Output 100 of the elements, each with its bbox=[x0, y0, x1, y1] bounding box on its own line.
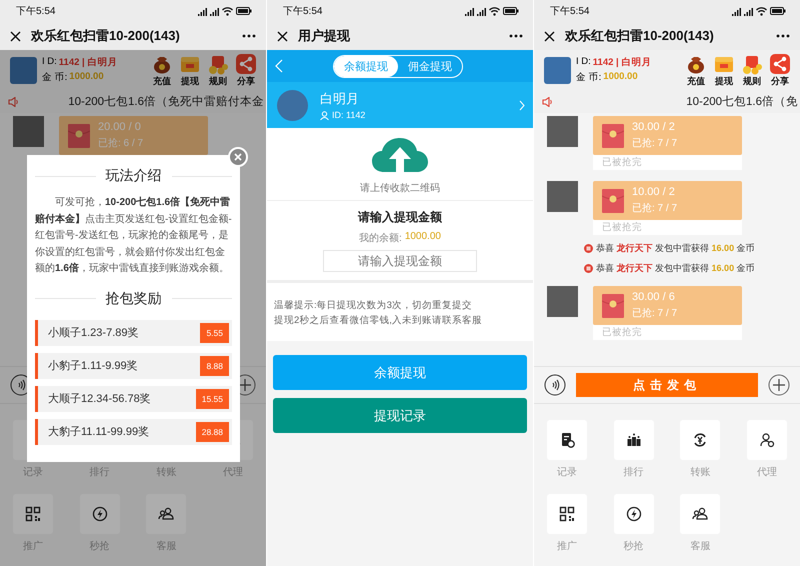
record-tile[interactable] bbox=[547, 420, 587, 460]
status-time: 下午5:54 bbox=[283, 5, 322, 18]
plus-icon[interactable] bbox=[768, 374, 790, 396]
prize-label: 小豹子1.11-9.99奖 bbox=[48, 359, 138, 373]
grid-label: 秒抢 bbox=[90, 540, 110, 554]
packet-grabbed-count: 已抢: 7 / 7 bbox=[632, 137, 678, 150]
quick-tile[interactable] bbox=[80, 494, 120, 534]
speaker-icon bbox=[8, 96, 19, 106]
share-button[interactable]: 分享 bbox=[768, 52, 792, 88]
avatar-placeholder bbox=[10, 56, 37, 84]
service-tile[interactable] bbox=[680, 494, 720, 534]
grid-label: 代理 bbox=[222, 466, 243, 480]
qr-code-icon bbox=[25, 506, 41, 522]
user-name: 白明月 bbox=[320, 90, 360, 108]
battery-icon bbox=[503, 7, 519, 15]
grid-label: 记录 bbox=[557, 466, 577, 480]
packet-amount: 10.00 / 2 bbox=[632, 186, 676, 198]
currency-exchange-icon bbox=[692, 432, 708, 448]
voice-icon[interactable] bbox=[544, 374, 566, 396]
signal-icon bbox=[465, 6, 474, 16]
qr-code-icon bbox=[559, 506, 575, 522]
amount-title: 请输入提现金额 bbox=[358, 209, 442, 226]
envelope-icon bbox=[68, 124, 90, 148]
withdraw-button[interactable]: 余额提现 bbox=[273, 355, 527, 390]
more-button[interactable] bbox=[776, 34, 790, 38]
packet-amount: 20.00 / 0 bbox=[98, 121, 142, 133]
id-label: I D: bbox=[576, 56, 591, 69]
withdraw-button[interactable]: 提现 bbox=[712, 52, 736, 88]
grid-label: 代理 bbox=[756, 466, 777, 480]
transfer-tile[interactable] bbox=[680, 420, 720, 460]
balance-value: 1000.00 bbox=[404, 231, 441, 244]
promote-tile[interactable] bbox=[13, 494, 53, 534]
prize-label: 大豹子11.11-99.99奖 bbox=[48, 425, 150, 439]
people-icon bbox=[158, 506, 174, 522]
upload-hint: 请上传收款二维码 bbox=[360, 182, 440, 195]
send-packet-button[interactable]: 点击发包 bbox=[576, 373, 758, 397]
close-button[interactable] bbox=[10, 30, 21, 42]
user-icon bbox=[758, 432, 775, 448]
close-icon bbox=[277, 30, 288, 42]
wifi-icon bbox=[489, 6, 500, 16]
signal-icon bbox=[210, 6, 219, 16]
agent-tile[interactable] bbox=[746, 420, 787, 460]
packet-amount: 30.00 / 2 bbox=[632, 121, 676, 133]
lightning-icon bbox=[626, 506, 642, 522]
amount-input-field[interactable]: 请输入提现金额 bbox=[323, 250, 477, 272]
service-tile[interactable] bbox=[146, 494, 186, 534]
speaker-icon bbox=[542, 96, 553, 106]
status-time: 下午5:54 bbox=[550, 5, 590, 18]
grid-label: 转账 bbox=[156, 466, 176, 480]
coin-label: 金 币: bbox=[42, 71, 68, 84]
avatar-placeholder bbox=[547, 116, 578, 147]
back-button[interactable] bbox=[275, 59, 283, 73]
battery-icon bbox=[236, 7, 252, 15]
grid-label: 排行 bbox=[624, 466, 644, 480]
notice-icon bbox=[584, 244, 593, 253]
wifi-icon bbox=[222, 6, 233, 16]
tip-text: 温馨提示:每日提现次数为3次，切勿重复提交 bbox=[274, 299, 473, 312]
close-icon bbox=[10, 30, 21, 42]
prize-amount: 8.88 bbox=[200, 356, 229, 376]
more-button[interactable] bbox=[509, 34, 523, 38]
wifi-icon bbox=[756, 6, 767, 16]
back-icon bbox=[275, 59, 283, 73]
more-icon bbox=[776, 34, 790, 38]
rules-text: 可发可抢，10-200七包1.6倍【免死中雷赔付本金】点击主页发送红包-设置红包金额-红包雷号-发送红包，玩家抢的金额尾号，是你设置的红包雷号，就会赔付你发出红包金额的1.6倍，玩家中雷钱直接到账游戏余额。 bbox=[34, 196, 233, 276]
packet-grabbed-count: 已抢: 7 / 7 bbox=[632, 202, 678, 215]
tab[interactable]: 佣金提现 bbox=[398, 56, 462, 76]
rank-tile[interactable] bbox=[614, 420, 654, 460]
rules-button[interactable]: 规则 bbox=[740, 52, 764, 88]
recharge-button[interactable]: 充值 bbox=[150, 52, 174, 88]
withdraw-history-button[interactable]: 提现记录 bbox=[273, 398, 527, 433]
more-button[interactable] bbox=[242, 34, 256, 38]
close-button[interactable] bbox=[277, 30, 288, 42]
avatar-placeholder bbox=[277, 90, 308, 120]
tab[interactable]: 余额提现 bbox=[334, 56, 398, 76]
grid-label: 转账 bbox=[690, 466, 710, 480]
promote-tile[interactable] bbox=[547, 494, 587, 534]
quick-tile[interactable] bbox=[614, 494, 654, 534]
packet-status: 已被抢完 bbox=[593, 220, 742, 235]
close-button[interactable] bbox=[544, 30, 555, 42]
avatar-placeholder bbox=[547, 286, 578, 317]
grid-label: 客服 bbox=[690, 540, 710, 554]
prize-amount: 15.55 bbox=[196, 388, 229, 408]
grid-label: 客服 bbox=[156, 540, 176, 554]
rules-button[interactable]: 规则 bbox=[206, 52, 230, 88]
withdraw-button[interactable]: 提现 bbox=[178, 52, 202, 88]
avatar-placeholder bbox=[13, 116, 44, 147]
grid-label: 秒抢 bbox=[624, 540, 644, 554]
user-id: 1142 | 白明月 bbox=[592, 56, 652, 69]
section-title: 抢包奖励 bbox=[106, 290, 162, 308]
status-time: 下午5:54 bbox=[16, 5, 56, 18]
close-icon bbox=[234, 153, 242, 161]
share-button[interactable]: 分享 bbox=[234, 52, 258, 88]
marquee-text: 10-200七包1.6倍（免死中雷赔付本金 bbox=[68, 94, 264, 109]
balance-label: 我的余额: bbox=[359, 232, 402, 245]
envelope-icon bbox=[602, 188, 624, 212]
user-id: ID: 1142 bbox=[332, 110, 366, 120]
signal-icon bbox=[198, 6, 207, 16]
recharge-button[interactable]: 充值 bbox=[684, 52, 708, 88]
cloud-upload-icon[interactable] bbox=[372, 138, 428, 172]
more-icon bbox=[242, 34, 256, 38]
